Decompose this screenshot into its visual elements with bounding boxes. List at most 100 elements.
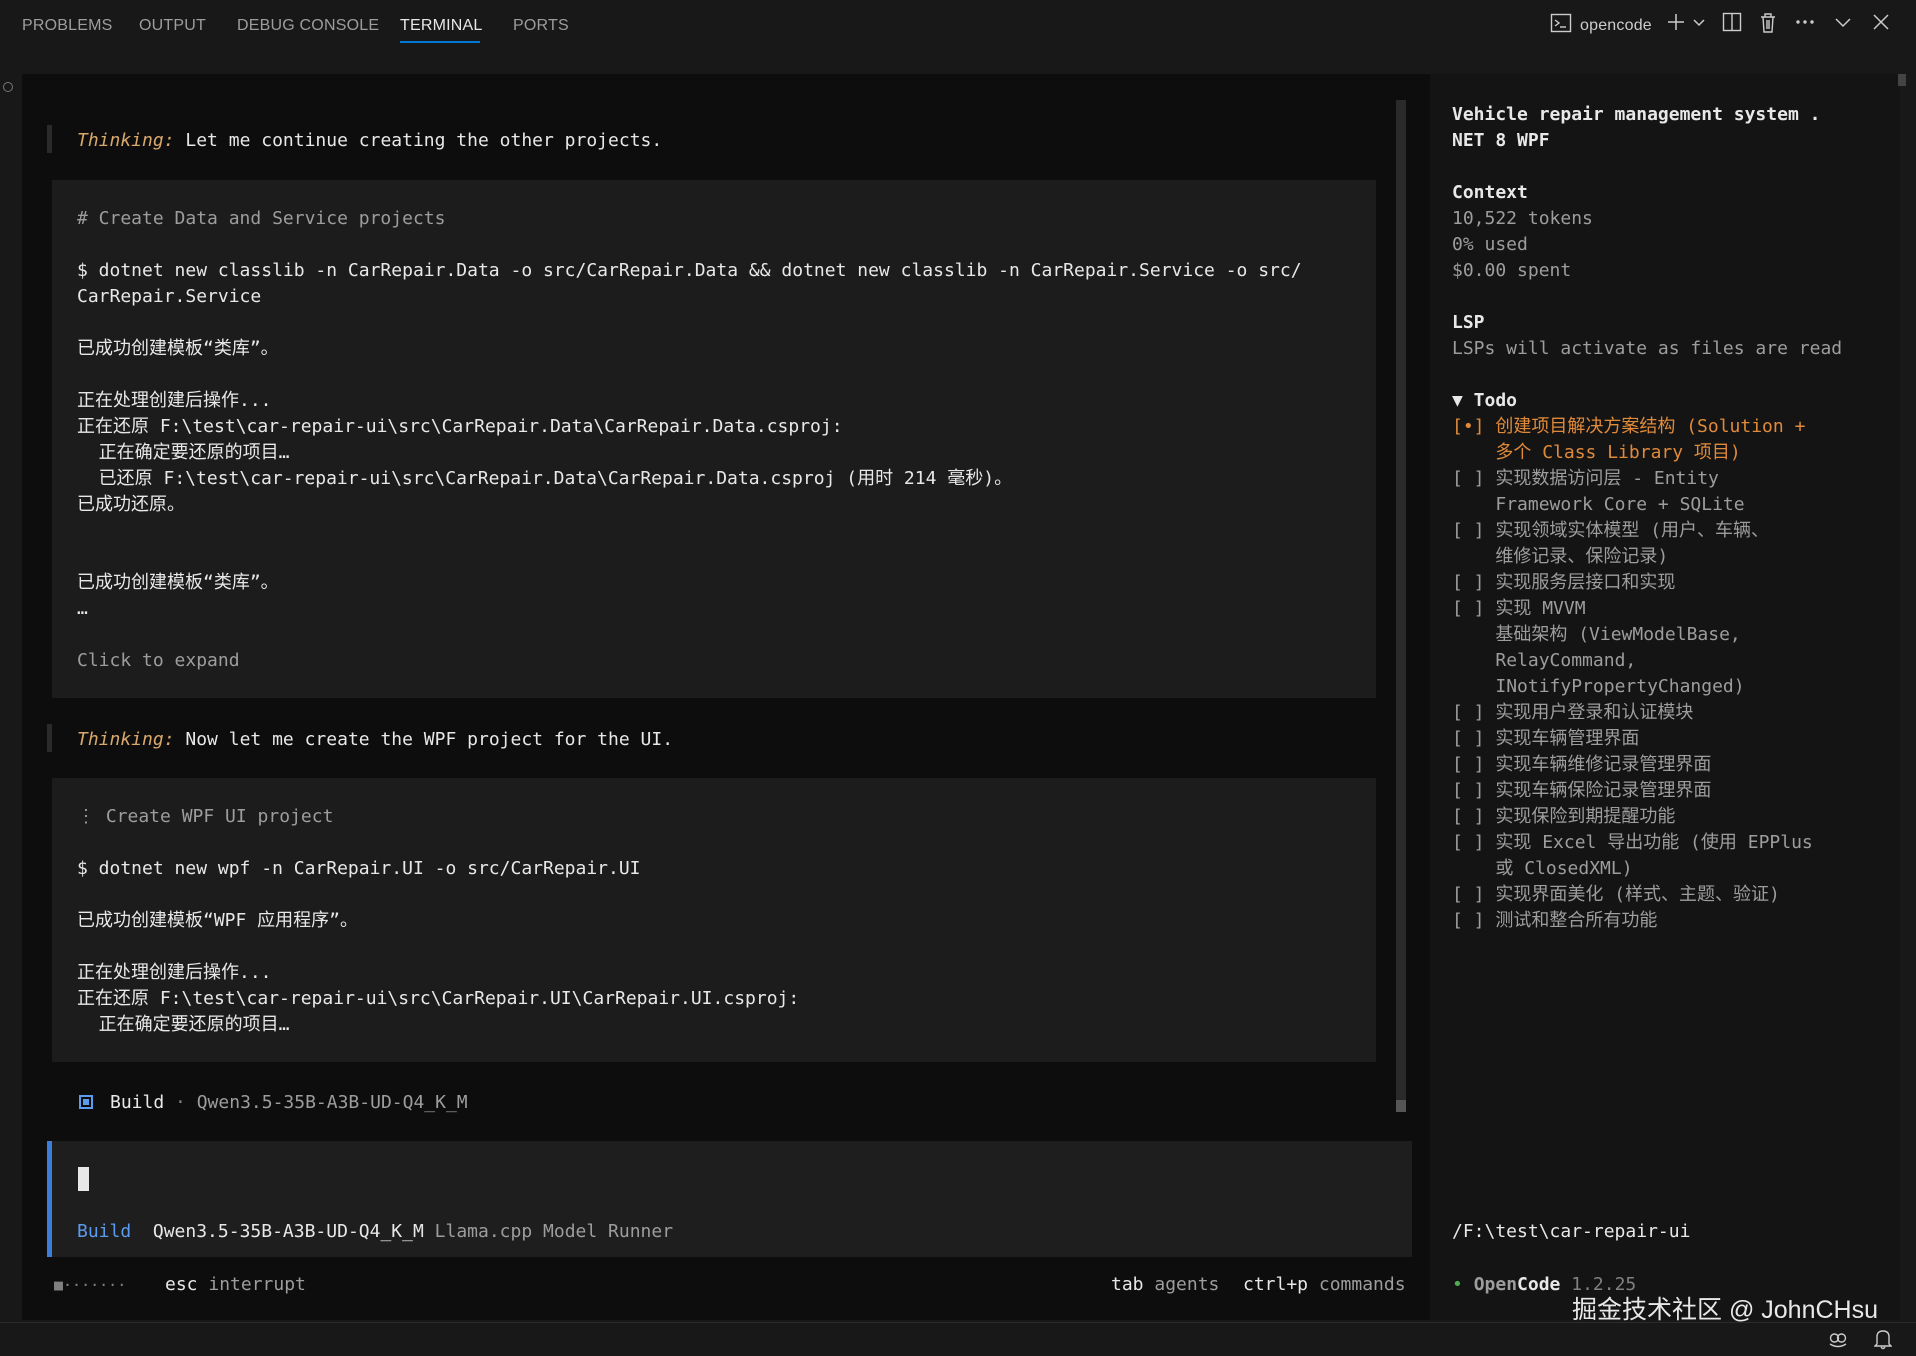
close-icon[interactable] bbox=[1872, 12, 1890, 38]
active-tab-indicator bbox=[400, 41, 480, 43]
split-icon[interactable] bbox=[1722, 12, 1742, 38]
status-bar bbox=[0, 1322, 1916, 1356]
tab-debug-console[interactable]: DEBUG CONSOLE bbox=[237, 17, 379, 35]
trash-icon[interactable] bbox=[1758, 12, 1778, 40]
tab-ports[interactable]: PORTS bbox=[513, 17, 569, 35]
todo-item-cont: 或 ClosedXML) bbox=[1452, 856, 1632, 882]
thinking-label: Thinking: bbox=[77, 729, 175, 750]
click-to-expand-link[interactable]: Click to expand bbox=[77, 648, 240, 674]
todo-text: 创建项目解决方案结构 (Solution + bbox=[1495, 416, 1806, 437]
todo-checkbox: [ ] bbox=[1452, 468, 1485, 489]
output-line: 已成功创建模板“WPF 应用程序”。 bbox=[77, 910, 359, 931]
sidebar-scrollbar[interactable] bbox=[1898, 74, 1906, 86]
todo-item: [ ] 实现保险到期提醒功能 bbox=[1452, 804, 1675, 830]
context-used: 0% used bbox=[1452, 234, 1528, 255]
thinking-label: Thinking: bbox=[77, 130, 175, 151]
todo-item-cont: 维修记录、保险记录) bbox=[1452, 544, 1668, 570]
todo-item: [ ] 测试和整合所有功能 bbox=[1452, 908, 1657, 934]
lsp-heading: LSP bbox=[1452, 312, 1485, 333]
panel-header: PROBLEMS OUTPUT DEBUG CONSOLE TERMINAL P… bbox=[0, 0, 1916, 54]
todo-item: [ ] 实现服务层接口和实现 bbox=[1452, 570, 1675, 596]
build-sep: · bbox=[175, 1092, 186, 1113]
output-line: 正在处理创建后操作... bbox=[77, 390, 272, 411]
brand-dot-icon: • bbox=[1452, 1274, 1463, 1295]
output-line: 正在处理创建后操作... bbox=[77, 962, 272, 983]
todo-heading[interactable]: ▼ Todo bbox=[1452, 388, 1517, 414]
command-line: $ dotnet new wpf -n CarRepair.UI -o src/… bbox=[77, 858, 641, 879]
todo-item: [ ] 实现数据访问层 - Entity bbox=[1452, 466, 1719, 492]
cmd-label: commands bbox=[1318, 1274, 1406, 1295]
input-provider: Llama.cpp Model Runner bbox=[434, 1221, 674, 1242]
plus-icon[interactable] bbox=[1666, 12, 1686, 38]
terminal-icon[interactable] bbox=[1550, 12, 1572, 40]
tab-output[interactable]: OUTPUT bbox=[139, 17, 206, 35]
input-mode[interactable]: Build bbox=[77, 1221, 131, 1242]
cmd-key: ctrl+p bbox=[1243, 1274, 1309, 1295]
todo-item: [ ] 实现 Excel 导出功能 (使用 EPPlus bbox=[1452, 830, 1813, 856]
todo-text: 实现用户登录和认证模块 bbox=[1495, 702, 1694, 723]
bell-icon[interactable] bbox=[1873, 1328, 1893, 1354]
todo-checkbox: [ ] bbox=[1452, 780, 1485, 801]
copilot-icon[interactable] bbox=[1827, 1329, 1849, 1353]
collapse-panel-icon[interactable] bbox=[1833, 12, 1853, 38]
build-mode: Build bbox=[110, 1092, 165, 1113]
thinking-message: Thinking: Let me continue creating the o… bbox=[77, 128, 662, 154]
todo-item-cont: 基础架构 (ViewModelBase, bbox=[1452, 622, 1741, 648]
terminal-scrollbar[interactable] bbox=[1396, 100, 1406, 1112]
todo-text: 实现车辆保险记录管理界面 bbox=[1495, 780, 1712, 801]
todo-text: 维修记录、保险记录) bbox=[1495, 546, 1669, 567]
tab-problems[interactable]: PROBLEMS bbox=[22, 17, 113, 35]
output-line: 已成功创建模板“类库”。 bbox=[77, 338, 279, 359]
todo-item: [ ] 实现 MVVM bbox=[1452, 596, 1586, 622]
watermark: 掘金技术社区 @ JohnCHsu bbox=[1572, 1296, 1878, 1324]
commands-hint: ctrl+p commands bbox=[1243, 1272, 1406, 1298]
output-ellipsis: … bbox=[77, 598, 88, 619]
block-comment: ⋮ Create WPF UI project bbox=[77, 806, 334, 827]
context-heading: Context bbox=[1452, 182, 1528, 203]
todo-text: 实现 MVVM bbox=[1495, 598, 1586, 619]
chevron-down-icon[interactable] bbox=[1692, 12, 1706, 38]
tab-terminal[interactable]: TERMINAL bbox=[400, 17, 483, 35]
block-comment: # Create Data and Service projects bbox=[77, 208, 446, 229]
todo-text: RelayCommand, bbox=[1495, 650, 1637, 671]
todo-text: 实现领域实体模型 (用户、车辆、 bbox=[1495, 520, 1770, 541]
context-tokens: 10,522 tokens bbox=[1452, 208, 1593, 229]
todo-checkbox: [ ] bbox=[1452, 598, 1485, 619]
context-spent: $0.00 spent bbox=[1452, 260, 1572, 281]
tab-key: tab bbox=[1111, 1274, 1144, 1295]
esc-key: esc bbox=[165, 1274, 198, 1295]
more-icon[interactable] bbox=[1794, 12, 1816, 38]
command-line-cont: CarRepair.Service bbox=[77, 286, 262, 307]
todo-item-cont: Framework Core + SQLite bbox=[1452, 492, 1744, 518]
status-dot-icon bbox=[3, 82, 13, 92]
terminal-name[interactable]: opencode bbox=[1580, 17, 1652, 35]
todo-text: 实现车辆维修记录管理界面 bbox=[1495, 754, 1712, 775]
command-line: $ dotnet new classlib -n CarRepair.Data … bbox=[77, 260, 1302, 281]
output-line: 正在确定要还原的项目… bbox=[77, 1014, 290, 1035]
todo-text: 实现服务层接口和实现 bbox=[1495, 572, 1676, 593]
input-model[interactable]: Qwen3.5-35B-A3B-UD-Q4_K_M bbox=[153, 1221, 424, 1242]
todo-item-cont: RelayCommand, bbox=[1452, 648, 1636, 674]
todo-text: 实现车辆管理界面 bbox=[1495, 728, 1640, 749]
todo-item: [ ] 实现用户登录和认证模块 bbox=[1452, 700, 1693, 726]
thinking-text: Now let me create the WPF project for th… bbox=[174, 729, 674, 750]
todo-text: 实现数据访问层 - Entity bbox=[1495, 468, 1719, 489]
todo-text: 基础架构 (ViewModelBase, bbox=[1495, 624, 1741, 645]
build-status: Build · Qwen3.5-35B-A3B-UD-Q4_K_M bbox=[110, 1090, 468, 1116]
todo-text: INotifyPropertyChanged) bbox=[1495, 676, 1745, 697]
tab-label: agents bbox=[1154, 1274, 1220, 1295]
build-status-icon-fill bbox=[83, 1099, 89, 1105]
lsp-text: LSPs will activate as files are read bbox=[1452, 338, 1843, 359]
spinner-indicator: ■······· bbox=[54, 1276, 127, 1294]
todo-checkbox: [ ] bbox=[1452, 520, 1485, 541]
output-line: 正在还原 F:\test\car-repair-ui\src\CarRepair… bbox=[77, 988, 800, 1009]
build-model: Qwen3.5-35B-A3B-UD-Q4_K_M bbox=[196, 1092, 468, 1113]
todo-checkbox: [ ] bbox=[1452, 754, 1485, 775]
terminal-scrollbar-thumb[interactable] bbox=[1396, 1100, 1406, 1112]
todo-checkbox: [ ] bbox=[1452, 884, 1485, 905]
text-cursor bbox=[78, 1167, 89, 1191]
todo-checkbox: [ ] bbox=[1452, 728, 1485, 749]
working-directory: /F:\test\car-repair-ui bbox=[1452, 1221, 1691, 1242]
output-line: 已成功创建模板“类库”。 bbox=[77, 572, 279, 593]
todo-checkbox: [ ] bbox=[1452, 572, 1485, 593]
